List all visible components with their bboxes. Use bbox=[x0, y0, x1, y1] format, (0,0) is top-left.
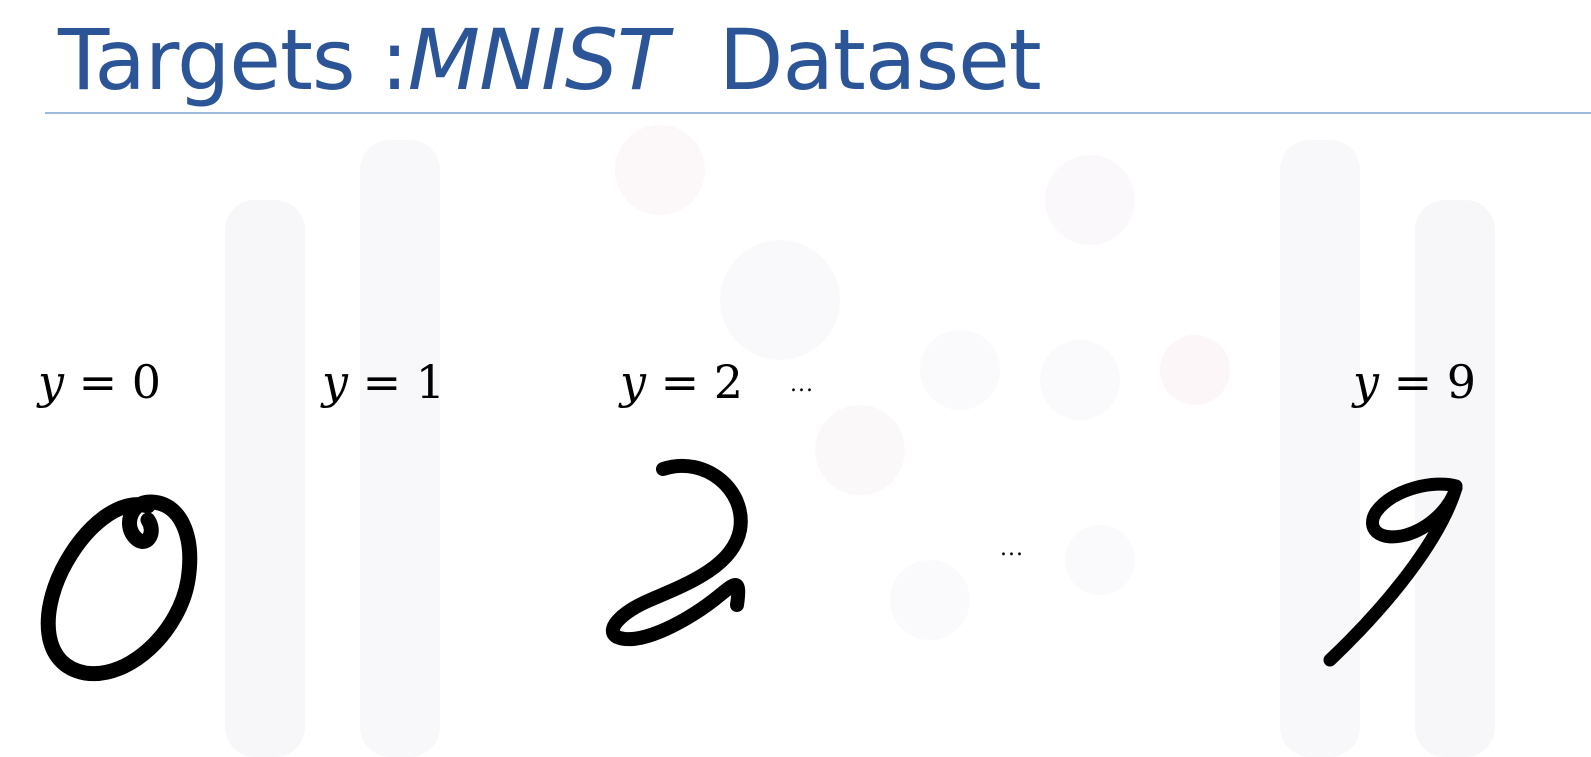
slide-title: Targets :MNIST Dataset bbox=[58, 10, 1042, 110]
title-suffix: Dataset bbox=[718, 11, 1042, 109]
target-label-2: y = 2 bbox=[620, 350, 743, 414]
target-value: 2 bbox=[713, 355, 744, 409]
handwritten-digit-2-image bbox=[605, 458, 748, 647]
target-value: 9 bbox=[1446, 355, 1477, 409]
target-value: 1 bbox=[415, 355, 446, 409]
label-ellipsis: ... bbox=[790, 372, 814, 397]
title-dataset-name: MNIST bbox=[407, 11, 669, 109]
title-underline bbox=[45, 112, 1591, 114]
target-equals: = bbox=[348, 355, 416, 409]
target-variable: y bbox=[322, 355, 348, 409]
target-variable: y bbox=[620, 355, 646, 409]
handwritten-digit-0-image bbox=[40, 494, 198, 682]
target-equals: = bbox=[1379, 355, 1447, 409]
target-label-0: y = 0 bbox=[38, 350, 161, 414]
target-equals: = bbox=[646, 355, 714, 409]
target-label-9: y = 9 bbox=[1353, 350, 1476, 414]
target-equals: = bbox=[64, 355, 132, 409]
target-variable: y bbox=[1353, 355, 1379, 409]
digits-ellipsis: ... bbox=[1000, 536, 1024, 561]
target-value: 0 bbox=[131, 355, 162, 409]
target-label-1: y = 1 bbox=[322, 350, 445, 414]
title-prefix: Targets : bbox=[58, 11, 409, 109]
handwritten-digit-9-image bbox=[1323, 477, 1463, 667]
target-variable: y bbox=[38, 355, 64, 409]
